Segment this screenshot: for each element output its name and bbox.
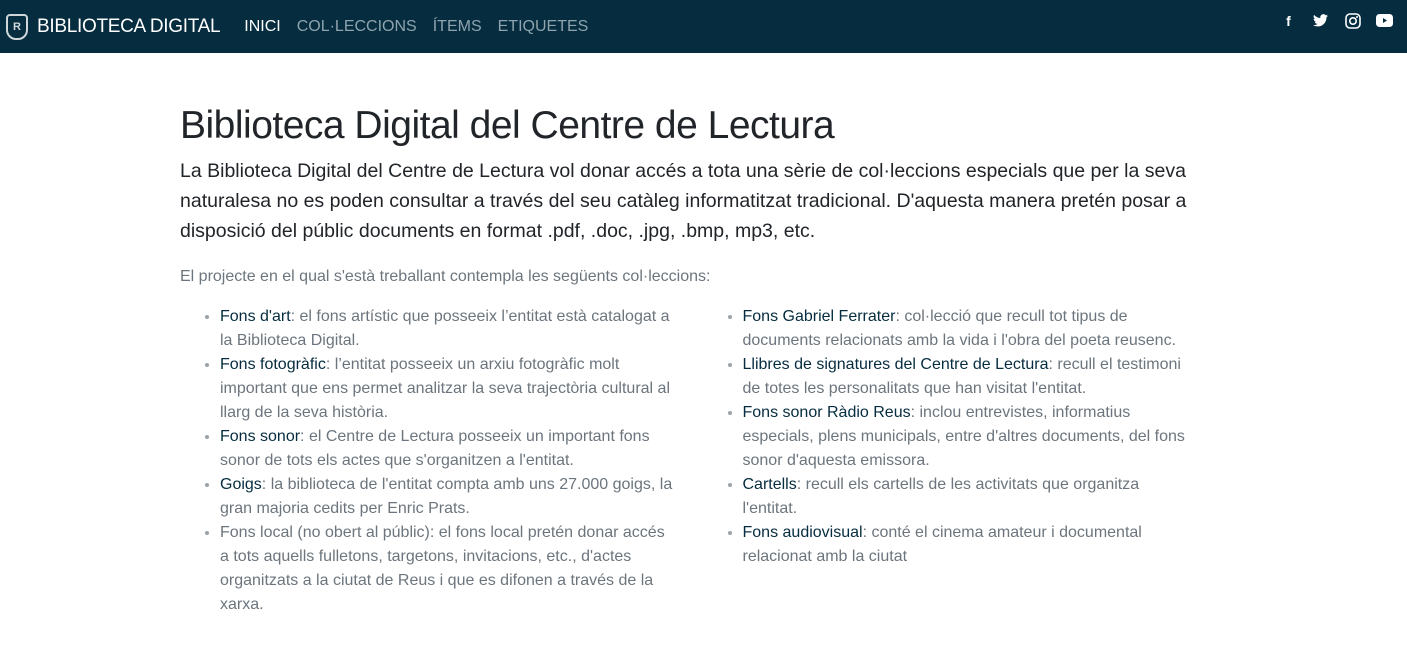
collection-item: Llibres de signatures del Centre de Lect… — [743, 353, 1226, 401]
collection-description: : recull els cartells de les activitats … — [742, 476, 1140, 517]
collection-item: Fons audiovisual: conté el cinema amateu… — [743, 521, 1226, 569]
collection-item: Fons local (no obert al públic): el fons… — [220, 521, 703, 617]
collection-link[interactable]: Fons sonor Ràdio Reus — [743, 404, 911, 421]
collection-link[interactable]: Cartells — [743, 476, 797, 493]
intro-text: El projecte en el qual s'està treballant… — [180, 268, 711, 285]
lead-paragraph: La Biblioteca Digital del Centre de Lect… — [180, 160, 1187, 242]
collection-description: : la biblioteca de l'entitat compta amb … — [220, 476, 673, 517]
logo-icon[interactable]: R — [6, 13, 28, 40]
collection-link[interactable]: Fons audiovisual — [743, 524, 863, 541]
brand-link[interactable]: BIBLIOTECA DIGITAL — [37, 16, 221, 38]
collection-description: Fons local (no obert al públic): el fons… — [220, 524, 665, 613]
collection-link[interactable]: Fons fotogràfic — [220, 356, 326, 373]
collections-left-column: Fons d'art: el fons artístic que posseei… — [180, 305, 703, 617]
nav-item-etiquetes[interactable]: ETIQUETES — [498, 18, 589, 36]
instagram-icon[interactable] — [1344, 12, 1361, 29]
collections-right-column: Fons Gabriel Ferrater: col·lecció que re… — [703, 305, 1226, 617]
collection-link[interactable]: Fons Gabriel Ferrater — [743, 308, 896, 325]
collection-item: Cartells: recull els cartells de les act… — [743, 473, 1226, 521]
collection-item: Goigs: la biblioteca de l'entitat compta… — [220, 473, 703, 521]
collection-item: Fons sonor Ràdio Reus: inclou entreviste… — [743, 401, 1226, 473]
main-content: Biblioteca Digital del Centre de Lectura… — [180, 100, 1225, 617]
collection-item: Fons d'art: el fons artístic que posseei… — [220, 305, 703, 353]
nav-item-colleccions[interactable]: COL·LECCIONS — [297, 18, 417, 36]
collection-link[interactable]: Fons sonor — [220, 428, 300, 445]
collection-link[interactable]: Fons d'art — [220, 308, 291, 325]
nav-item-inici[interactable]: INICI — [244, 18, 280, 36]
collection-item: Fons sonor: el Centre de Lectura posseei… — [220, 425, 703, 473]
social-links: f — [1280, 12, 1393, 29]
facebook-icon[interactable]: f — [1280, 12, 1297, 29]
youtube-icon[interactable] — [1376, 12, 1393, 29]
collection-item: Fons Gabriel Ferrater: col·lecció que re… — [743, 305, 1226, 353]
collections-list: Fons d'art: el fons artístic que posseei… — [180, 305, 1225, 617]
twitter-icon[interactable] — [1312, 12, 1329, 29]
page-title: Biblioteca Digital del Centre de Lectura — [180, 104, 835, 147]
navbar: R BIBLIOTECA DIGITAL INICI COL·LECCIONS … — [0, 0, 1407, 53]
collection-item: Fons fotogràfic: l’entitat posseeix un a… — [220, 353, 703, 425]
collection-link[interactable]: Goigs — [220, 476, 262, 493]
nav-item-items[interactable]: ÍTEMS — [433, 18, 482, 36]
main-menu: INICI COL·LECCIONS ÍTEMS ETIQUETES — [244, 18, 588, 36]
collection-link[interactable]: Llibres de signatures del Centre de Lect… — [743, 356, 1049, 373]
